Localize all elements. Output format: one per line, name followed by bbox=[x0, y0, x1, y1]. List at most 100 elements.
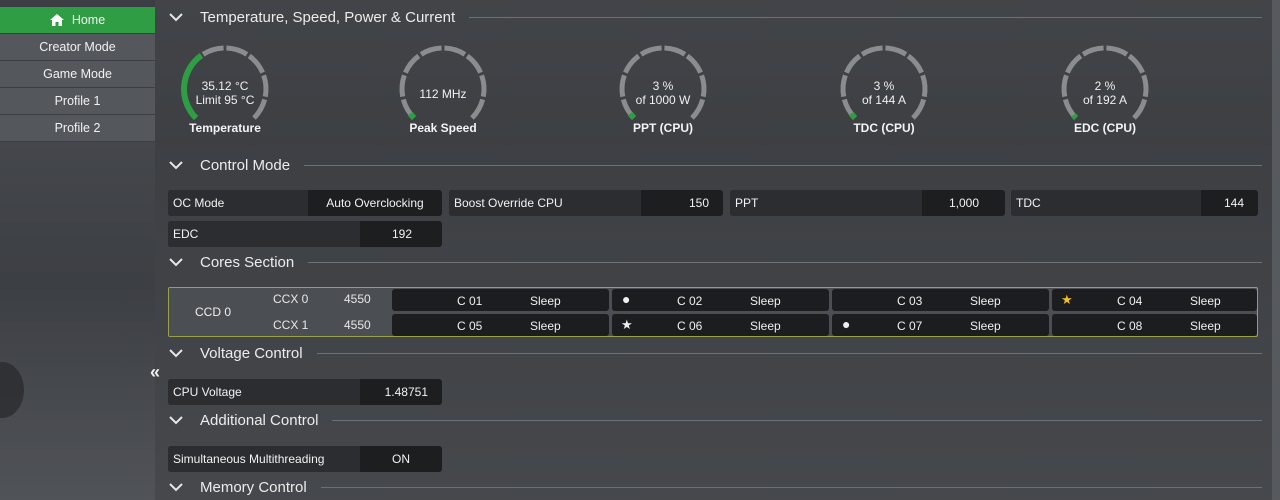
section-title: Control Mode bbox=[200, 156, 291, 174]
gauge-tdc: 3 % of 144 A TDC (CPU) bbox=[829, 42, 939, 162]
gauge-track-segment bbox=[470, 98, 486, 120]
gauge-value: 112 MHz bbox=[419, 87, 467, 101]
home-icon bbox=[49, 14, 64, 26]
dot-icon: ● bbox=[842, 316, 851, 332]
gauge-track-segment bbox=[226, 45, 249, 57]
gauge-track-segment bbox=[403, 53, 421, 74]
core-state: Sleep bbox=[530, 319, 561, 333]
gauge-fill bbox=[1071, 113, 1079, 121]
gauge-track-segment bbox=[465, 53, 483, 74]
core-name: C 07 bbox=[897, 319, 923, 333]
sidebar-item-profile-2[interactable]: Profile 2 bbox=[0, 115, 155, 141]
section-header-voltage[interactable]: Voltage Control bbox=[164, 342, 1264, 364]
core-c05[interactable]: C 05 Sleep bbox=[392, 314, 609, 336]
field-label: OC Mode bbox=[168, 190, 308, 216]
gauge-dial bbox=[399, 45, 487, 121]
boost-override-field[interactable]: Boost Override CPU 150 bbox=[449, 190, 723, 216]
gauge-subvalue: of 144 A bbox=[861, 93, 907, 107]
section-title: Temperature, Speed, Power & Current bbox=[200, 8, 456, 26]
core-state: Sleep bbox=[750, 294, 781, 308]
gauge-fill bbox=[848, 111, 858, 121]
field-value: 192 bbox=[391, 227, 412, 241]
section-header-temperature[interactable]: Temperature, Speed, Power & Current bbox=[164, 6, 1264, 28]
gauge-subvalue: of 192 A bbox=[1082, 93, 1128, 107]
smt-toggle[interactable]: Simultaneous Multithreading ON bbox=[168, 446, 442, 472]
core-name: C 06 bbox=[677, 319, 703, 333]
field-value: Auto Overclocking bbox=[326, 196, 424, 210]
sidebar-item-game-mode[interactable]: Game Mode bbox=[0, 61, 155, 87]
section-header-cores[interactable]: Cores Section bbox=[164, 251, 1264, 273]
gauge-caption: TDC (CPU) bbox=[853, 121, 915, 135]
sidebar-item-profile-1[interactable]: Profile 1 bbox=[0, 88, 155, 114]
cpu-voltage-field[interactable]: CPU Voltage 1.48751 bbox=[168, 379, 442, 405]
core-c02[interactable]: ● C 02 Sleep bbox=[612, 289, 829, 311]
section-header-additional[interactable]: Additional Control bbox=[164, 409, 1264, 431]
divider bbox=[308, 261, 1262, 263]
field-label: EDC bbox=[168, 221, 360, 247]
core-c07[interactable]: ● C 07 Sleep bbox=[832, 314, 1049, 336]
core-c03[interactable]: C 03 Sleep bbox=[832, 289, 1049, 311]
core-name: C 01 bbox=[457, 294, 483, 308]
core-state: Sleep bbox=[1190, 319, 1221, 333]
core-c01[interactable]: C 01 Sleep bbox=[392, 289, 609, 311]
core-state: Sleep bbox=[970, 319, 1001, 333]
gauge-caption: EDC (CPU) bbox=[1074, 121, 1136, 135]
collapse-sidebar-button[interactable]: « bbox=[146, 362, 164, 384]
chevron-down-icon bbox=[169, 13, 183, 22]
sidebar: Home Creator Mode Game Mode Profile 1 Pr… bbox=[0, 7, 155, 142]
gauge-track-segment bbox=[844, 53, 862, 74]
cores-panel: CCD 0 CCX 0 4550 CCX 1 4550 C 01 Sleep ●… bbox=[168, 287, 1258, 337]
main-panel: Temperature, Speed, Power & Current 35.1… bbox=[164, 0, 1280, 500]
tdc-field[interactable]: TDC 144 bbox=[1011, 190, 1258, 216]
core-state: Sleep bbox=[970, 294, 1001, 308]
ppt-field[interactable]: PPT 1,000 bbox=[730, 190, 1005, 216]
chevron-down-icon bbox=[169, 258, 183, 267]
sidebar-item-label: Home bbox=[71, 13, 106, 27]
chevron-down-icon bbox=[169, 161, 183, 170]
ccx-frequency: 4550 bbox=[344, 318, 371, 332]
core-name: C 08 bbox=[1117, 319, 1143, 333]
gauge-track-segment bbox=[639, 45, 662, 57]
gauge-track-segment bbox=[623, 53, 641, 74]
divider bbox=[304, 164, 1262, 166]
field-label: Boost Override CPU bbox=[449, 190, 641, 216]
edc-field[interactable]: EDC 192 bbox=[168, 221, 442, 247]
divider bbox=[469, 16, 1262, 18]
sidebar-item-label: Creator Mode bbox=[39, 40, 116, 54]
core-state: Sleep bbox=[530, 294, 561, 308]
ccx-frequency: 4550 bbox=[344, 292, 371, 306]
gauge-caption: Temperature bbox=[189, 121, 261, 135]
gauge-track-segment bbox=[1106, 45, 1129, 57]
gauge-caption: PPT (CPU) bbox=[633, 121, 693, 135]
field-label: TDC bbox=[1011, 190, 1201, 216]
field-value: ON bbox=[392, 452, 410, 466]
core-c04[interactable]: ★ C 04 Sleep bbox=[1052, 289, 1257, 311]
gauge-track-segment bbox=[885, 45, 908, 57]
core-name: C 04 bbox=[1117, 294, 1143, 308]
section-header-memory[interactable]: Memory Control bbox=[164, 476, 1264, 498]
chevron-down-icon bbox=[169, 416, 183, 425]
field-value: 150 bbox=[688, 196, 709, 210]
sidebar-item-creator-mode[interactable]: Creator Mode bbox=[0, 34, 155, 60]
gauge-track-segment bbox=[664, 45, 687, 57]
sidebar-item-home[interactable]: Home bbox=[0, 7, 155, 33]
divider bbox=[316, 352, 1262, 354]
dot-icon: ● bbox=[622, 291, 631, 307]
core-c06[interactable]: ★ C 06 Sleep bbox=[612, 314, 829, 336]
chevron-down-icon bbox=[169, 349, 183, 358]
core-c08[interactable]: C 08 Sleep bbox=[1052, 314, 1257, 336]
oc-mode-select[interactable]: OC Mode Auto Overclocking bbox=[168, 190, 442, 216]
chevron-down-icon bbox=[169, 483, 183, 492]
gauge-fill bbox=[627, 111, 637, 121]
section-header-control-mode[interactable]: Control Mode bbox=[164, 154, 1264, 176]
scrollbar[interactable] bbox=[1272, 0, 1280, 500]
star-icon: ★ bbox=[621, 317, 633, 332]
field-value: 1,000 bbox=[948, 196, 979, 210]
gauge-caption: Peak Speed bbox=[409, 121, 477, 135]
gauge-track-segment bbox=[444, 45, 467, 57]
gauge-fill bbox=[407, 111, 417, 121]
gauge-temperature: 35.12 °C Limit 95 °C Temperature bbox=[170, 42, 280, 162]
gauge-value: 3 % bbox=[652, 79, 674, 93]
core-name: C 03 bbox=[897, 294, 923, 308]
core-state: Sleep bbox=[1190, 294, 1221, 308]
